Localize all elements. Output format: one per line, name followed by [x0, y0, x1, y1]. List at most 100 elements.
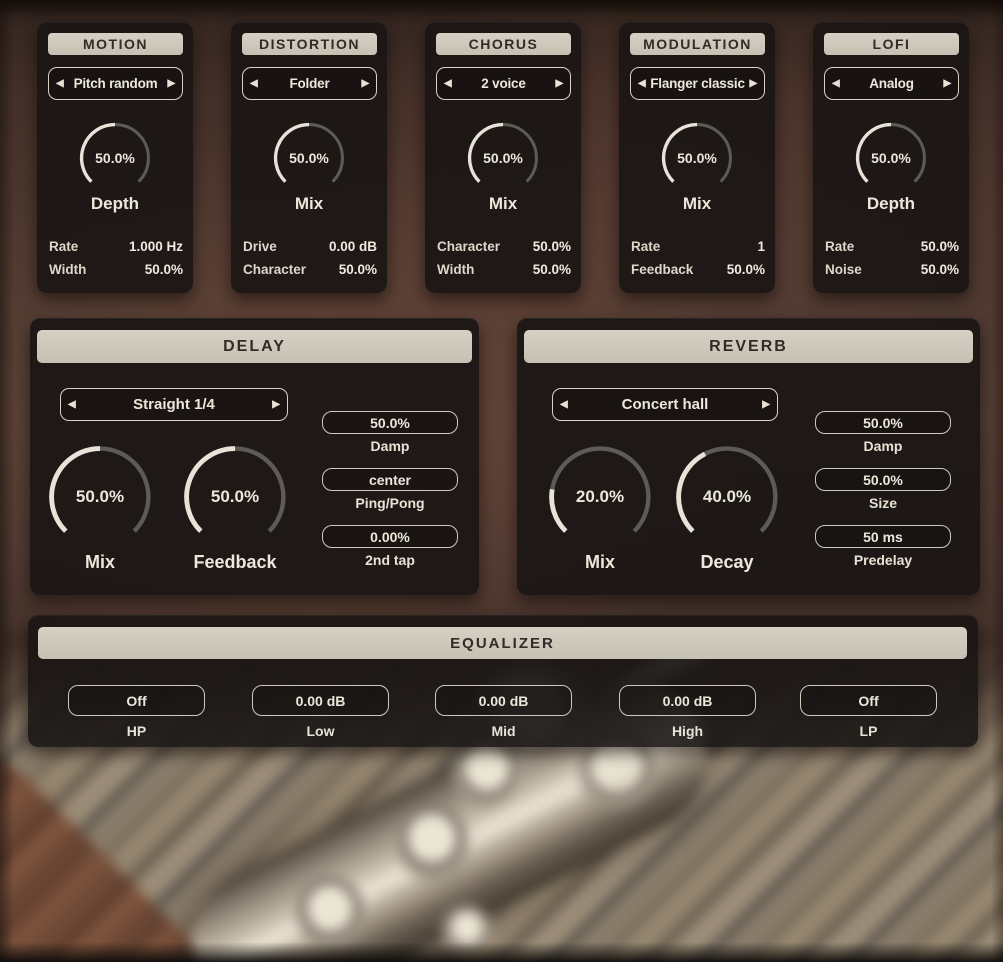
eq-value: Off [126, 693, 146, 709]
flute-key [453, 738, 521, 806]
knob-value: 50.0% [871, 150, 911, 166]
motion-params: Rate 1.000 Hz Width 50.0% [49, 235, 183, 281]
next-arrow-icon[interactable]: ▶ [762, 389, 770, 420]
param-value[interactable]: 1.000 Hz [129, 235, 183, 258]
knob-value: 50.0% [677, 150, 717, 166]
distortion-mix-knob[interactable]: 50.0% [271, 120, 347, 196]
knob-label: Feedback [180, 552, 290, 573]
delay-value-column: 50.0% Damp center Ping/Pong 0.00% 2nd ta… [322, 318, 458, 595]
knob-label: Mix [45, 552, 155, 573]
reverb-mix-knob[interactable]: 20.0% [545, 442, 655, 552]
reverb-predelay-label: Predelay [815, 552, 951, 568]
chorus-mix-knob[interactable]: 50.0% [465, 120, 541, 196]
param-row: Drive 0.00 dB [243, 235, 377, 258]
param-value[interactable]: 50.0% [145, 258, 183, 281]
modulation-panel: MODULATION ◀ Flanger classic ▶ 50.0% Mix… [619, 22, 775, 293]
param-value[interactable]: 50.0% [533, 258, 571, 281]
vbox-value: center [369, 472, 411, 488]
param-label: Width [437, 258, 474, 281]
motion-title-button[interactable]: MOTION [48, 33, 183, 55]
lofi-panel: LOFI ◀ Analog ▶ 50.0% Depth Rate 50.0% N… [813, 22, 969, 293]
param-value[interactable]: 50.0% [921, 235, 959, 258]
param-value[interactable]: 50.0% [727, 258, 765, 281]
param-row: Noise 50.0% [825, 258, 959, 281]
next-arrow-icon[interactable]: ▶ [750, 68, 758, 99]
vbox-value: 50.0% [863, 415, 903, 431]
lofi-preset-dropdown[interactable]: ◀ Analog ▶ [824, 67, 959, 100]
lofi-title-button[interactable]: LOFI [824, 33, 959, 55]
param-row: Rate 1.000 Hz [49, 235, 183, 258]
chorus-preset-dropdown[interactable]: ◀ 2 voice ▶ [436, 67, 571, 100]
knob-value: 50.0% [95, 150, 135, 166]
delay-damp-box[interactable]: 50.0% [322, 411, 458, 434]
eq-mid-box[interactable]: 0.00 dB [435, 685, 572, 716]
next-arrow-icon[interactable]: ▶ [168, 68, 176, 99]
vbox-value: 50.0% [863, 472, 903, 488]
reverb-value-column: 50.0% Damp 50.0% Size 50 ms Predelay [815, 318, 951, 595]
motion-panel: MOTION ◀ Pitch random ▶ 50.0% Depth Rate… [37, 22, 193, 293]
param-row: Feedback 50.0% [631, 258, 765, 281]
param-label: Drive [243, 235, 277, 258]
param-value[interactable]: 50.0% [533, 235, 571, 258]
modulation-mix-knob[interactable]: 50.0% [659, 120, 735, 196]
distortion-params: Drive 0.00 dB Character 50.0% [243, 235, 377, 281]
reverb-size-box[interactable]: 50.0% [815, 468, 951, 491]
eq-high-label: High [619, 723, 756, 739]
knob-label: Mix [425, 194, 581, 214]
delay-preset-dropdown[interactable]: ◀ Straight 1/4 ▶ [60, 388, 288, 421]
flute-key [442, 905, 492, 955]
distortion-preset-dropdown[interactable]: ◀ Folder ▶ [242, 67, 377, 100]
reverb-damp-box[interactable]: 50.0% [815, 411, 951, 434]
knob-label: Mix [231, 194, 387, 214]
eq-hp-box[interactable]: Off [68, 685, 205, 716]
param-label: Rate [825, 235, 854, 258]
delay-pingpong-box[interactable]: center [322, 468, 458, 491]
param-value[interactable]: 50.0% [921, 258, 959, 281]
lofi-depth-knob[interactable]: 50.0% [853, 120, 929, 196]
modulation-preset-dropdown[interactable]: ◀ Flanger classic ▶ [630, 67, 765, 100]
reverb-preset-dropdown[interactable]: ◀ Concert hall ▶ [552, 388, 778, 421]
chorus-title-button[interactable]: CHORUS [436, 33, 571, 55]
param-label: Character [437, 235, 500, 258]
equalizer-panel: EQUALIZER Off HP 0.00 dB Low 0.00 dB Mid… [28, 615, 978, 747]
eq-low-box[interactable]: 0.00 dB [252, 685, 389, 716]
param-label: Character [243, 258, 306, 281]
next-arrow-icon[interactable]: ▶ [362, 68, 370, 99]
eq-high-box[interactable]: 0.00 dB [619, 685, 756, 716]
lofi-params: Rate 50.0% Noise 50.0% [825, 235, 959, 281]
knob-label: Mix [545, 552, 655, 573]
delay-damp-label: Damp [322, 438, 458, 454]
equalizer-title-button[interactable]: EQUALIZER [38, 627, 967, 659]
param-label: Noise [825, 258, 862, 281]
knob-label: Depth [813, 194, 969, 214]
eq-band-hp: Off HP [68, 685, 205, 739]
motion-preset-dropdown[interactable]: ◀ Pitch random ▶ [48, 67, 183, 100]
delay-feedback-knob[interactable]: 50.0% [180, 442, 290, 552]
param-label: Feedback [631, 258, 693, 281]
param-value[interactable]: 1 [757, 235, 765, 258]
next-arrow-icon[interactable]: ▶ [272, 389, 280, 420]
reverb-decay-knob[interactable]: 40.0% [672, 442, 782, 552]
knob-value: 50.0% [483, 150, 523, 166]
chorus-params: Character 50.0% Width 50.0% [437, 235, 571, 281]
modulation-preset-value: Flanger classic [645, 68, 750, 99]
eq-lp-box[interactable]: Off [800, 685, 937, 716]
distortion-title-button[interactable]: DISTORTION [242, 33, 377, 55]
motion-depth-knob[interactable]: 50.0% [77, 120, 153, 196]
eq-hp-label: HP [68, 723, 205, 739]
next-arrow-icon[interactable]: ▶ [944, 68, 952, 99]
delay-2ndtap-box[interactable]: 0.00% [322, 525, 458, 548]
param-label: Rate [49, 235, 78, 258]
modulation-title-button[interactable]: MODULATION [630, 33, 765, 55]
param-label: Width [49, 258, 86, 281]
flute-key [395, 805, 469, 879]
delay-mix-knob[interactable]: 50.0% [45, 442, 155, 552]
distortion-panel: DISTORTION ◀ Folder ▶ 50.0% Mix Drive 0.… [231, 22, 387, 293]
param-value[interactable]: 0.00 dB [329, 235, 377, 258]
next-arrow-icon[interactable]: ▶ [556, 68, 564, 99]
param-row: Character 50.0% [437, 235, 571, 258]
param-value[interactable]: 50.0% [339, 258, 377, 281]
knob-value: 50.0% [76, 487, 124, 507]
reverb-predelay-box[interactable]: 50 ms [815, 525, 951, 548]
param-row: Width 50.0% [49, 258, 183, 281]
